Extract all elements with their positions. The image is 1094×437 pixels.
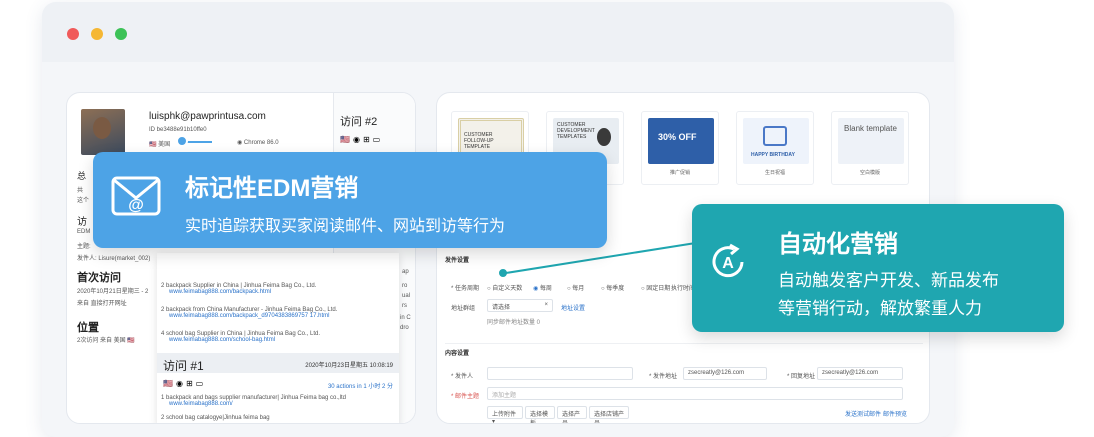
side-label-total: 总 — [77, 171, 87, 181]
template-headline: CUSTOMER FOLLOW-UP TEMPLATE — [464, 132, 494, 150]
automation-cycle-icon: A — [712, 243, 744, 278]
first-visit-title: 首次访问 — [77, 272, 121, 284]
visit1-summary[interactable]: 30 actions in 1 小时 2 分 — [328, 381, 393, 390]
cake-icon — [763, 126, 787, 146]
test-send-link[interactable]: 发送测试邮件 — [845, 409, 881, 418]
close-window-button[interactable] — [67, 28, 79, 40]
watch-image — [597, 128, 611, 146]
visit-list-card: 2 backpack Supplier in China | Jinhua Fe… — [157, 253, 399, 423]
svg-text:@: @ — [128, 197, 144, 214]
visit1-icons: 🇺🇸◉⊞▭ — [163, 379, 207, 388]
side-label: EDM — [77, 229, 91, 235]
visitor-email: luisphk@pawprintusa.com — [149, 111, 266, 122]
template-headline: HAPPY BIRTHDAY — [751, 152, 795, 158]
location-text: 2次访问 来自 美国 🇺🇸 — [77, 338, 135, 344]
visit2-row[interactable]: 4 school bag Supplier in China | Jinhua … — [161, 331, 395, 343]
select-template-button[interactable]: 选择模板 — [525, 406, 555, 423]
location-title: 位置 — [77, 322, 99, 334]
visit1-row[interactable]: 2 school bag catalogye|Jinhua feima bag — [161, 415, 395, 421]
period-option-selected[interactable]: ◉ 每周 — [533, 283, 552, 292]
edge-label: dro — [400, 325, 409, 331]
visitor-panel: luisphk@pawprintusa.com ID be3488e91b10f… — [66, 92, 416, 424]
side-label-visit: 访 — [77, 217, 87, 228]
visit2-row[interactable]: 2 backpack from China Manufacturer - Jin… — [161, 307, 395, 319]
content-settings-title: 内容设置 — [445, 343, 923, 357]
visit2-row[interactable]: 2 backpack Supplier in China | Jinhua Fe… — [161, 283, 395, 295]
template-caption: 空白模版 — [859, 170, 880, 176]
edm-callout: @ 标记性EDM营销 实时追踪获取买家阅读邮件、网站到访等行为 — [93, 152, 607, 248]
sender-addr-label: * 发件地址 — [649, 374, 678, 380]
visit1-date: 2020年10月23日星期五 10:08:19 — [305, 363, 393, 369]
edge-label: in C — [400, 315, 411, 321]
subject-label: * 邮件主题 — [451, 394, 480, 400]
sender-input[interactable] — [487, 367, 633, 380]
address-group-label: 地址群组 — [451, 306, 476, 312]
visitor-country: 🇺🇸 美国 — [149, 142, 171, 148]
edge-label: ap — [402, 269, 409, 275]
edge-label: ro — [402, 283, 408, 289]
reply-select[interactable]: zsecreatly@126.com — [817, 367, 903, 380]
address-group-select[interactable]: 请选择 × — [487, 299, 553, 312]
email-icon: @ — [111, 176, 161, 216]
preview-link[interactable]: 邮件预览 — [883, 409, 907, 418]
side-label: 主题: — [77, 244, 91, 250]
automation-desc-line2: 等营销行动，解放繁重人力 — [778, 299, 982, 318]
avatar — [81, 109, 125, 155]
period-option[interactable]: ○ 每月 — [567, 283, 584, 292]
edm-title: 标记性EDM营销 — [185, 175, 359, 202]
template-card-promo[interactable]: 30% OFF 推广促销 — [641, 111, 719, 185]
automation-title: 自动化营销 — [778, 231, 898, 258]
visit1-row[interactable]: 1 backpack and bags supplier manufacture… — [161, 395, 395, 407]
template-card-blank[interactable]: Blank template 空白模版 — [831, 111, 909, 185]
automation-callout: A 自动化营销 自动触发客户开发、新品发布 等营销行动，解放繁重人力 — [692, 204, 1064, 332]
period-option[interactable]: ○ 自定义天数 — [487, 283, 522, 292]
sync-hint: 同步邮件地址数量 0 — [487, 320, 541, 326]
visitor-id: ID be3488e91b10ffe0 — [149, 127, 207, 133]
title-bar — [42, 2, 954, 62]
template-headline: CUSTOMER DEVELOPMENT TEMPLATES — [557, 122, 595, 140]
svg-text:A: A — [722, 255, 734, 272]
minimize-window-button[interactable] — [91, 28, 103, 40]
side-label: 这个 — [77, 198, 90, 204]
first-visit-time: 2020年10月21日星期三 - 2 — [77, 289, 149, 295]
select-store-product-button[interactable]: 选择店铺产品 — [589, 406, 629, 423]
period-option[interactable]: ○ 每季度 — [601, 283, 624, 292]
visitor-browser: ◉ Chrome 86.0 — [237, 140, 279, 146]
period-option[interactable]: ○ 固定日期 — [641, 283, 670, 292]
address-settings-link[interactable]: 地址设置 — [561, 303, 585, 312]
template-headline: Blank template — [844, 124, 897, 133]
edge-label: rs — [402, 303, 407, 309]
automation-desc-line1: 自动触发客户开发、新品发布 — [778, 271, 999, 290]
edge-label: ual — [402, 293, 411, 299]
upload-attachment-button[interactable]: 上传附件 ▾ — [487, 406, 523, 423]
select-product-button[interactable]: 选择产品 — [557, 406, 587, 423]
template-card-birthday[interactable]: HAPPY BIRTHDAY 生日祝福 — [736, 111, 814, 185]
edm-description: 实时追踪获取买家阅读邮件、网站到访等行为 — [185, 218, 506, 235]
template-caption: 推广促销 — [669, 170, 690, 176]
subject-input[interactable]: 添加主题 — [487, 387, 903, 400]
task-period-label: * 任务周期 — [451, 286, 480, 292]
maximize-window-button[interactable] — [115, 28, 127, 40]
first-visit-source: 来自 直接打开网址 — [77, 301, 127, 307]
visit2-icons: 🇺🇸◉⊞▭ — [340, 135, 384, 144]
template-headline: 30% OFF — [658, 132, 697, 142]
visit1-title: 访问 #1 — [163, 359, 204, 373]
reply-label: * 回复地址 — [787, 374, 816, 380]
sender-label: * 发件人 — [451, 374, 474, 380]
template-caption: 生日祝福 — [764, 170, 785, 176]
side-label: 共 — [77, 188, 84, 194]
visit2-title: 访问 #2 — [340, 116, 378, 128]
edm-connector-dot — [176, 135, 188, 147]
visit1-header: 访问 #1 2020年10月23日星期五 10:08:19 — [157, 353, 399, 373]
sender-line: 发件人: Lisure(market_002) — [77, 256, 151, 262]
sender-addr-select[interactable]: zsecreatly@126.com — [683, 367, 767, 380]
